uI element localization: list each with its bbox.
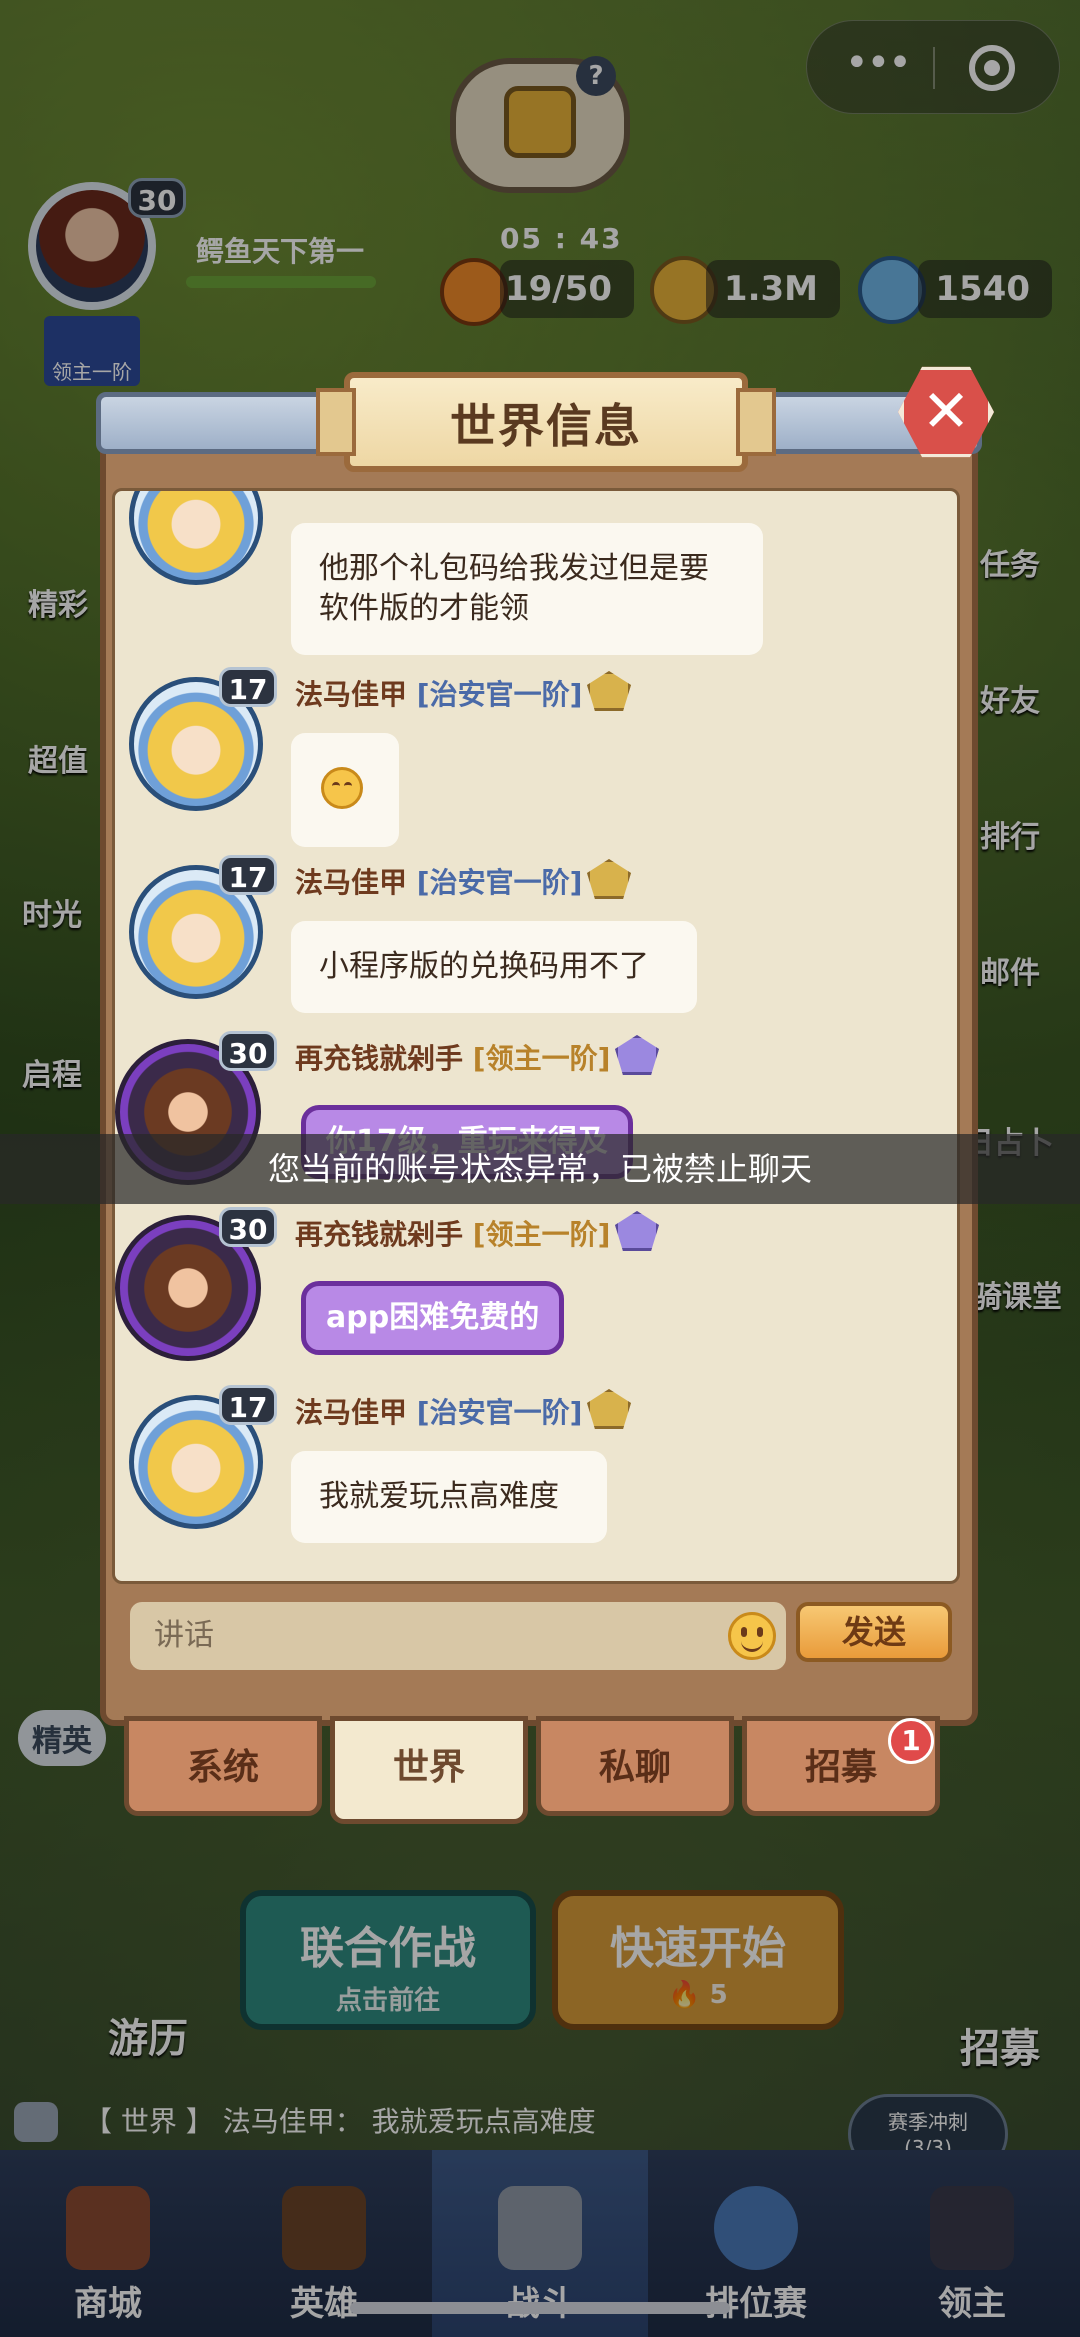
sender-name: 法马佳甲 — [295, 678, 408, 711]
rank-badge-icon — [615, 1211, 659, 1251]
message-level: 17 — [219, 855, 277, 895]
message-sender[interactable]: 法马佳甲 [治安官一阶] — [295, 673, 582, 713]
banner-flag-right — [736, 388, 776, 456]
message-level: 17 — [219, 667, 277, 707]
message-level: 30 — [219, 1031, 277, 1071]
message-sender[interactable]: 再充钱就剁手 [领主一阶] — [295, 1037, 610, 1077]
chat-banned-toast: 您当前的账号状态异常，已被禁止聊天 — [0, 1134, 1080, 1204]
send-button[interactable]: 发送 — [796, 1602, 952, 1662]
message-bubble — [291, 733, 399, 847]
recruit-notification-badge: 1 — [888, 1718, 934, 1764]
message-bubble: app困难免费的 — [301, 1281, 565, 1355]
message-bubble: 他那个礼包码给我发过但是要 软件版的才能领 — [291, 523, 763, 655]
chat-input[interactable]: 讲话 — [130, 1602, 786, 1670]
message-sender[interactable]: 再充钱就剁手 [领主一阶] — [295, 1213, 610, 1253]
tab-system[interactable]: 系统 — [124, 1716, 322, 1816]
dialog-title: 世界信息 — [450, 399, 642, 453]
message-bubble: 小程序版的兑换码用不了 — [291, 921, 697, 1013]
sender-title: [领主一阶] — [472, 1042, 611, 1075]
message-level: 30 — [219, 1207, 277, 1247]
message-text-line: 他那个礼包码给我发过但是要 — [319, 551, 709, 586]
message-text: 我就爱玩点高难度 — [319, 1479, 559, 1514]
tab-world[interactable]: 世界 — [330, 1716, 528, 1824]
rank-badge-icon — [587, 859, 631, 899]
relieved-face-emoji — [321, 767, 363, 809]
rank-badge-icon — [615, 1035, 659, 1075]
sender-title: [治安官一阶] — [416, 866, 583, 899]
sender-name: 法马佳甲 — [295, 1396, 408, 1429]
sender-title: [治安官一阶] — [416, 1396, 583, 1429]
sender-name: 再充钱就剁手 — [295, 1042, 464, 1075]
message-bubble: 我就爱玩点高难度 — [291, 1451, 607, 1543]
sender-title: [领主一阶] — [472, 1218, 611, 1251]
message-avatar[interactable] — [129, 491, 263, 585]
message-sender[interactable]: 法马佳甲 [治安官一阶] — [295, 1391, 582, 1431]
message-sender[interactable]: 法马佳甲 [治安官一阶] — [295, 861, 582, 901]
sender-name: 再充钱就剁手 — [295, 1218, 464, 1251]
emoji-picker-icon[interactable] — [728, 1612, 776, 1660]
close-button[interactable]: ✕ — [898, 364, 994, 460]
sender-name: 法马佳甲 — [295, 866, 408, 899]
message-text-line: 软件版的才能领 — [319, 591, 529, 626]
rank-badge-icon — [587, 671, 631, 711]
tab-private[interactable]: 私聊 — [536, 1716, 734, 1816]
message-text: app困难免费的 — [326, 1300, 540, 1335]
dialog-title-banner: 世界信息 — [316, 372, 776, 472]
message-level: 17 — [219, 1385, 277, 1425]
chat-message-list[interactable]: 他那个礼包码给我发过但是要 软件版的才能领 17 法马佳甲 [治安官一阶] 17… — [112, 488, 960, 1584]
chat-input-placeholder: 讲话 — [154, 1618, 214, 1653]
message-text: 小程序版的兑换码用不了 — [319, 949, 649, 984]
rank-badge-icon — [587, 1389, 631, 1429]
sender-title: [治安官一阶] — [416, 678, 583, 711]
close-icon: ✕ — [921, 377, 971, 445]
